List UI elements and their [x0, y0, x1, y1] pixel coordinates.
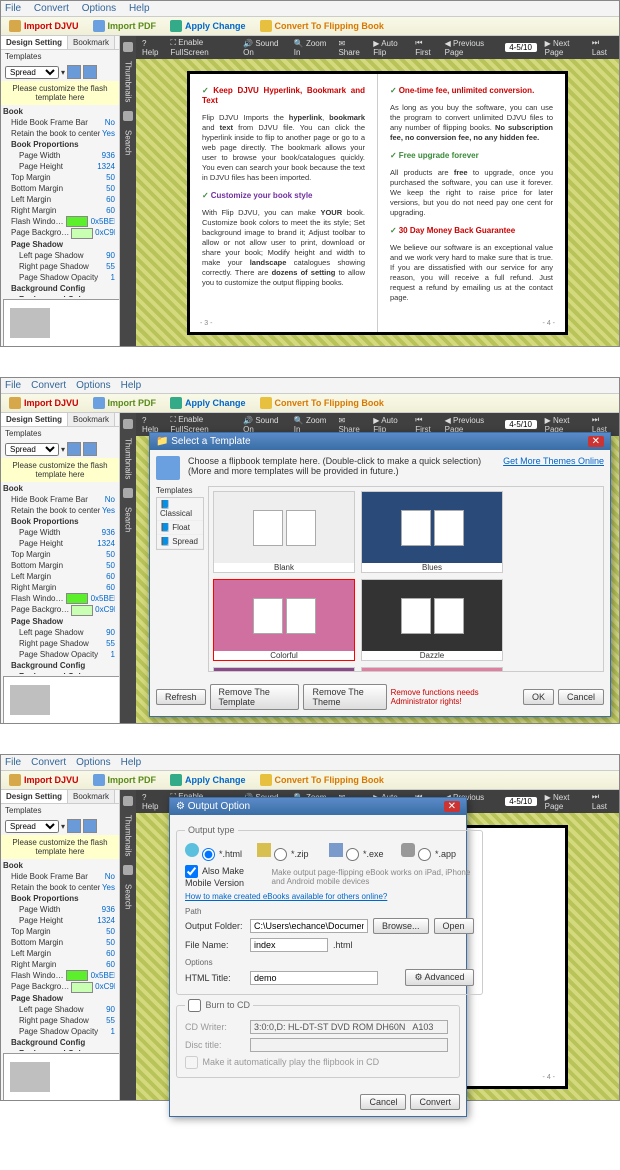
select-template-dialog: 📁 Select a Template✕ Choose a flipbook t… [149, 432, 611, 717]
last-page-button[interactable]: ⏭ Last [592, 38, 613, 57]
chevron-down-icon[interactable]: ▾ [61, 68, 65, 77]
sidebar: Design Setting Bookmark Templates Spread… [1, 36, 120, 346]
radio-app[interactable]: *.app [401, 843, 461, 861]
page-right: ✓One-time fee, unlimited conversion. As … [378, 74, 565, 332]
output-option-dialog: ⚙ Output Option✕ Output type *.html *.zi… [169, 797, 467, 1117]
menu-file[interactable]: File [5, 3, 21, 14]
browse-button[interactable]: Browse... [373, 918, 429, 934]
template-item-colorful[interactable]: Colorful [213, 579, 355, 661]
refresh-button[interactable]: Refresh [156, 689, 206, 705]
disc-title-field [250, 1038, 448, 1052]
search-icon[interactable] [123, 111, 133, 121]
properties-panel: Book Hide Book Frame BarNo Retain the bo… [1, 105, 119, 297]
admin-warning: Remove functions needs Administrator rig… [391, 688, 519, 706]
menu-help[interactable]: Help [129, 3, 150, 14]
import-djvu-button[interactable]: Import DJVU [9, 20, 79, 32]
ok-button[interactable]: OK [523, 689, 554, 705]
template-icon [156, 456, 180, 480]
output-type-row: *.html *.zip *.exe *.app [185, 841, 474, 863]
close-icon[interactable]: ✕ [444, 801, 460, 812]
tab-bookmark[interactable]: Bookmark [68, 36, 115, 49]
dialog-title: ⚙ Output Option [176, 801, 250, 812]
convert-button[interactable]: Convert To Flipping Book [260, 20, 384, 32]
close-icon[interactable]: ✕ [588, 436, 604, 447]
tab-thumbnails[interactable]: Thumbnails [124, 58, 133, 105]
dialog-title: 📁 Select a Template [156, 436, 251, 447]
template-item-blank[interactable]: Blank [213, 491, 355, 573]
menubar: File Convert Options Help [1, 1, 619, 17]
template-item-florid[interactable]: Florid [213, 667, 355, 672]
sound-button[interactable]: 🔊 Sound On [243, 39, 286, 57]
share-button[interactable]: ✉ Share [338, 39, 365, 57]
advanced-button[interactable]: ⚙ Advanced [405, 969, 473, 986]
cd-writer-field [250, 1020, 448, 1034]
template-item-dazzle[interactable]: Dazzle [361, 579, 503, 661]
vertical-tabs: Thumbnails Search [120, 36, 136, 346]
template-item-flowred[interactable]: Flow-red [361, 667, 503, 672]
template-float[interactable]: 📘 Float [157, 521, 203, 535]
get-more-themes-link[interactable]: Get More Themes Online [503, 456, 604, 480]
template-spread[interactable]: 📘 Spread [157, 535, 203, 549]
template-type-list: 📘 Classical 📘 Float 📘 Spread [156, 497, 204, 550]
cancel-button[interactable]: Cancel [360, 1094, 406, 1110]
help-button[interactable]: ? Help [142, 39, 162, 57]
burn-group: Burn to CD CD Writer: Disc title: Make i… [176, 999, 460, 1078]
output-group: Output type *.html *.zip *.exe *.app Als… [176, 825, 483, 995]
filename-field[interactable] [250, 938, 328, 952]
page-left: ✓Keep DJVU Hyperlink, Bookmark and Text … [190, 74, 378, 332]
cancel-button[interactable]: Cancel [558, 689, 604, 705]
import-pdf-button[interactable]: Import PDF [93, 20, 157, 32]
output-folder-field[interactable] [250, 919, 368, 933]
template-classical[interactable]: 📘 Classical [157, 498, 203, 521]
apply-change-button[interactable]: Apply Change [170, 20, 246, 32]
open-button[interactable]: Open [434, 918, 474, 934]
html-title-field[interactable] [250, 971, 378, 985]
radio-exe[interactable]: *.exe [329, 843, 389, 861]
radio-html[interactable]: *.html [185, 843, 245, 861]
viewer-toolbar: ? Help ⛶ Enable FullScreen 🔊 Sound On 🔍 … [136, 36, 619, 59]
autoflip-button[interactable]: ▶ Auto Flip [373, 39, 407, 57]
remove-theme-button[interactable]: Remove The Theme [303, 684, 386, 710]
menu-convert[interactable]: Convert [34, 3, 69, 14]
burn-checkbox[interactable]: Burn to CD [188, 1000, 250, 1010]
tab-design-setting[interactable]: Design Setting [1, 36, 68, 49]
template-item-blues[interactable]: Blues [361, 491, 503, 573]
fullscreen-button[interactable]: ⛶ Enable FullScreen [170, 38, 235, 57]
zoom-button[interactable]: 🔍 Zoom In [294, 39, 331, 57]
templates-label: Templates [1, 50, 119, 63]
page-number-field[interactable]: 4-5/10 [505, 43, 537, 52]
menu-options[interactable]: Options [82, 3, 116, 14]
template-grid: Blank Blues Colorful Dazzle Florid Flow-… [208, 486, 604, 672]
customize-link[interactable]: Please customize the flash template here [1, 81, 119, 105]
remove-template-button[interactable]: Remove The Template [210, 684, 300, 710]
thumbnails-icon[interactable] [123, 42, 133, 52]
next-page-button[interactable]: ▶ Next Page [545, 39, 584, 57]
preview-box [3, 299, 120, 346]
template-icon-2[interactable] [83, 65, 97, 79]
tab-search[interactable]: Search [124, 127, 133, 158]
first-page-button[interactable]: ⏮ First [415, 38, 436, 57]
radio-zip[interactable]: *.zip [257, 843, 317, 861]
convert-button[interactable]: Convert [410, 1094, 460, 1110]
prev-page-button[interactable]: ◀ Previous Page [445, 39, 497, 57]
book-view: ✓Keep DJVU Hyperlink, Bookmark and Text … [136, 59, 619, 346]
autoplay-checkbox: Make it automatically play the flipbook … [185, 1056, 379, 1069]
howto-link[interactable]: How to make created eBooks available for… [185, 892, 387, 901]
template-icon-1[interactable] [67, 65, 81, 79]
template-select[interactable]: Spread [5, 66, 59, 79]
toolbar: Import DJVU Import PDF Apply Change Conv… [1, 17, 619, 36]
mobile-checkbox[interactable]: Also Make Mobile Version [185, 865, 267, 888]
